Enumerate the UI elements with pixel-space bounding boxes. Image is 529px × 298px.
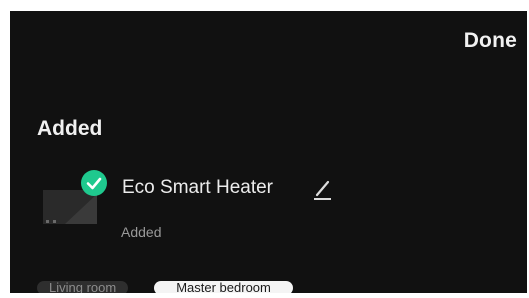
- section-title: Added: [37, 117, 103, 140]
- device-name: Eco Smart Heater: [122, 177, 273, 198]
- app-screen: Done Added Eco Smart Heater Added Living…: [10, 11, 527, 293]
- check-circle-icon: [80, 169, 108, 197]
- room-chip-living-room[interactable]: Living room: [37, 281, 129, 293]
- pencil-edit-icon[interactable]: [312, 177, 334, 201]
- room-selector: Living room Master bedroom: [37, 281, 293, 293]
- room-chip-master-bedroom[interactable]: Master bedroom: [154, 281, 293, 293]
- done-button[interactable]: Done: [464, 29, 517, 53]
- device-status: Added: [121, 224, 162, 240]
